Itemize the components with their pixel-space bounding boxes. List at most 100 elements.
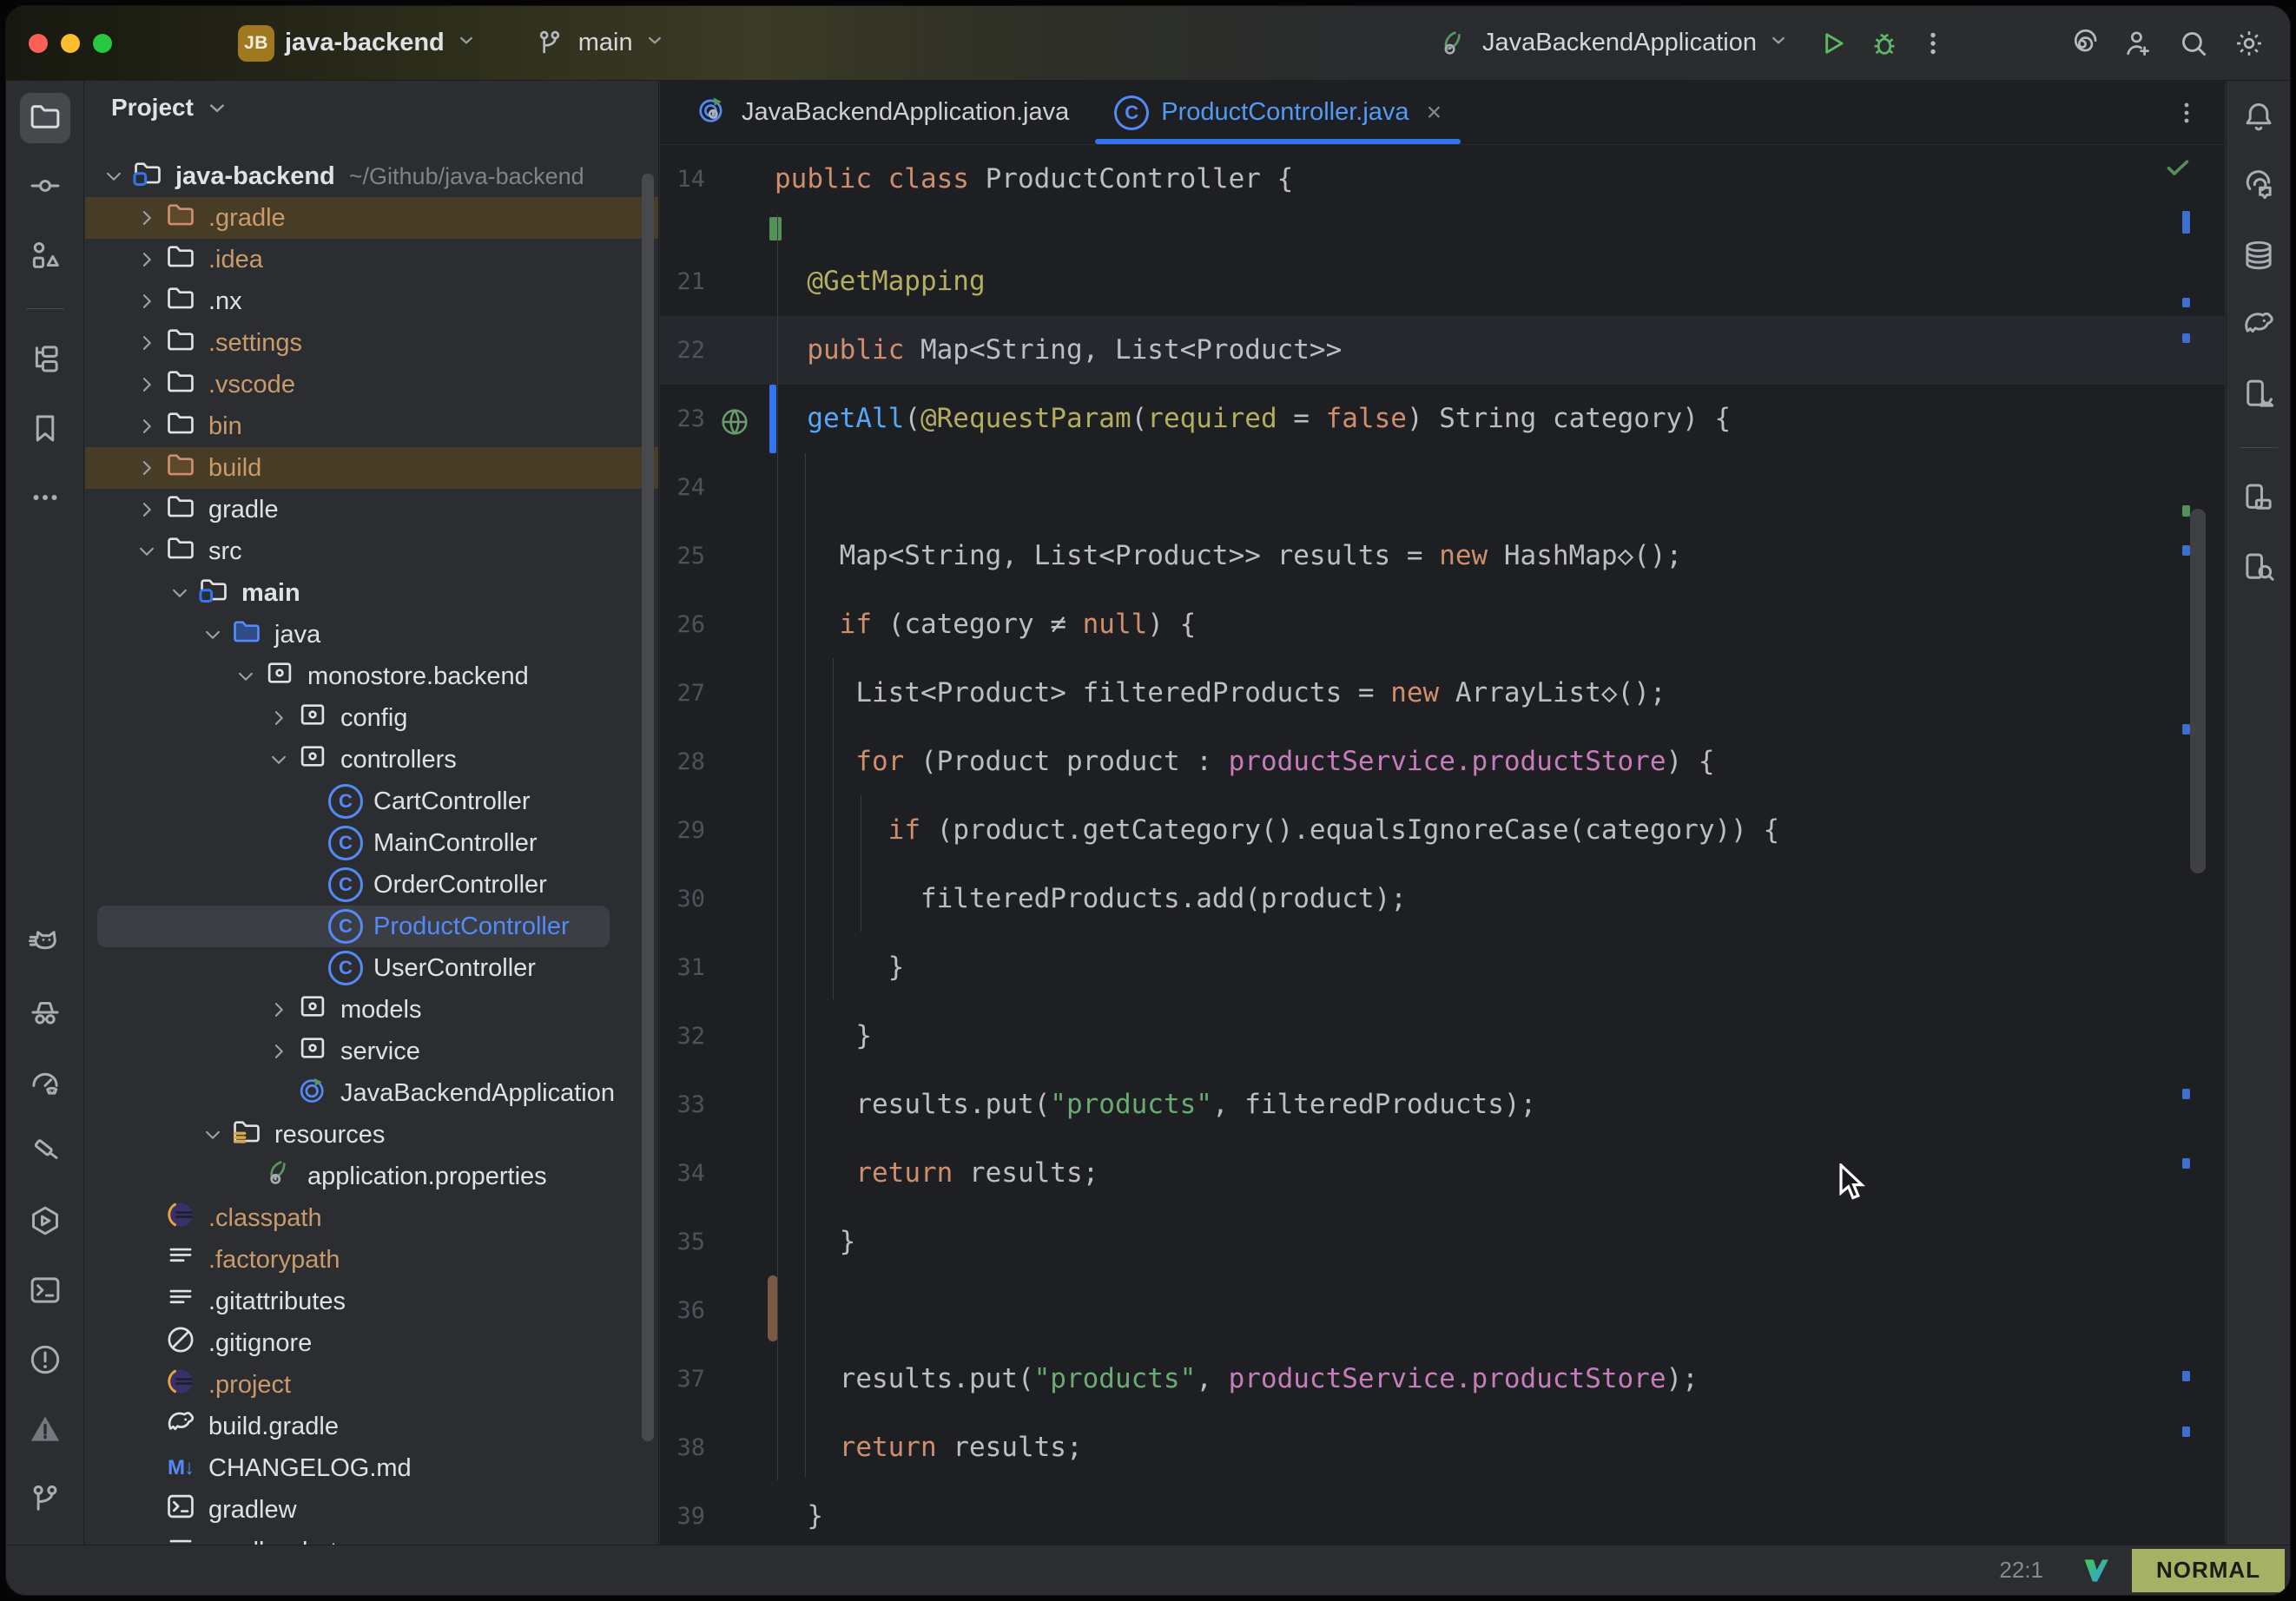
- tool-window-project[interactable]: [20, 93, 70, 143]
- tool-window-problems[interactable]: [20, 1336, 70, 1387]
- chevron-down-icon[interactable]: [163, 576, 196, 609]
- tree-item-.factorypath[interactable]: .factorypath: [85, 1239, 658, 1281]
- project-widget[interactable]: JB java-backend: [238, 25, 478, 62]
- minimize-window-button[interactable]: [61, 34, 80, 53]
- debug-button[interactable]: [1866, 25, 1903, 62]
- tool-window-structure[interactable]: [20, 232, 70, 282]
- tool-window-running-devices[interactable]: [2233, 371, 2284, 421]
- tool-window-bookmarks[interactable]: [20, 405, 70, 455]
- code-line-28[interactable]: 28 for (Product product : productService…: [660, 728, 2225, 796]
- endpoint-globe-icon[interactable]: [717, 401, 752, 436]
- chevron-right-icon[interactable]: [262, 1035, 295, 1068]
- tool-window-git[interactable]: [20, 1475, 70, 1525]
- tree-item-.nx[interactable]: .nx: [85, 280, 658, 322]
- tree-item-controllers[interactable]: controllers: [85, 739, 658, 781]
- tree-item-service[interactable]: service: [85, 1031, 658, 1072]
- tree-item-gradle[interactable]: gradle: [85, 489, 658, 530]
- tree-item-CHANGELOG.md[interactable]: M↓CHANGELOG.md: [85, 1447, 658, 1489]
- tree-item-gradlew[interactable]: gradlew: [85, 1489, 658, 1531]
- chevron-down-icon[interactable]: [196, 1118, 229, 1151]
- tree-item-build.gradle[interactable]: build.gradle: [85, 1406, 658, 1447]
- code-editor[interactable]: 14public class ProductController { 21 @Ge…: [660, 145, 2225, 1545]
- tool-window-commit[interactable]: [20, 162, 70, 213]
- chevron-down-icon[interactable]: [130, 535, 163, 568]
- zoom-window-button[interactable]: [93, 34, 112, 53]
- tool-window-incognito[interactable]: [20, 989, 70, 1039]
- tree-item-JavaBackendApplication[interactable]: JavaBackendApplication: [85, 1072, 658, 1114]
- code-line-37[interactable]: 37 results.put("products", productServic…: [660, 1345, 2225, 1413]
- chevron-right-icon[interactable]: [130, 201, 163, 234]
- tree-item-models[interactable]: models: [85, 989, 658, 1031]
- tree-item-main[interactable]: main: [85, 572, 658, 614]
- tool-window-device-mirror[interactable]: [2233, 474, 2284, 524]
- code-line-34[interactable]: 34 return results;: [660, 1139, 2225, 1208]
- tree-item-.gitignore[interactable]: .gitignore: [85, 1322, 658, 1364]
- code-line-22[interactable]: 22 public Map<String, List<Product>>: [660, 316, 2225, 385]
- chevron-right-icon[interactable]: [130, 493, 163, 526]
- tree-scrollbar[interactable]: [642, 174, 654, 1441]
- tree-item-bin[interactable]: bin: [85, 405, 658, 447]
- tree-item-.settings[interactable]: .settings: [85, 322, 658, 364]
- tool-window-build[interactable]: [20, 1128, 70, 1178]
- tree-item-java-backend[interactable]: java-backend~/Github/java-backend: [85, 155, 658, 197]
- tool-window-services[interactable]: [20, 1197, 70, 1248]
- code-line-39[interactable]: 39 }: [660, 1482, 2225, 1545]
- tree-item-CartController[interactable]: CCartController: [85, 781, 658, 822]
- chevron-down-icon[interactable]: [229, 660, 262, 693]
- tree-item-java[interactable]: java: [85, 614, 658, 656]
- tool-window-gradle[interactable]: [2233, 301, 2284, 352]
- more-actions-button[interactable]: [1915, 25, 1951, 62]
- search-icon[interactable]: [2175, 25, 2212, 62]
- tool-window-hierarchy[interactable]: [20, 335, 70, 385]
- tree-item-monostore.backend[interactable]: monostore.backend: [85, 656, 658, 697]
- code-line-21[interactable]: 21 @GetMapping: [660, 247, 2225, 316]
- add-user-button[interactable]: [2120, 25, 2156, 62]
- vim-mode-badge[interactable]: NORMAL: [2132, 1549, 2285, 1592]
- tree-item-resources[interactable]: resources: [85, 1114, 658, 1156]
- tree-item-build[interactable]: build: [85, 447, 658, 489]
- code-line-29[interactable]: 29 if (product.getCategory().equalsIgnor…: [660, 796, 2225, 865]
- run-button[interactable]: [1814, 25, 1851, 62]
- tool-window-cat-plugin[interactable]: [20, 919, 70, 970]
- tree-item-OrderController[interactable]: COrderController: [85, 864, 658, 906]
- code-line-23[interactable]: 23 getAll(@RequestParam(required = false…: [660, 385, 2225, 453]
- code-line-26[interactable]: 26 if (category ≠ null) {: [660, 590, 2225, 659]
- code-line-14[interactable]: 14public class ProductController {: [660, 145, 2225, 214]
- editor-scrollbar[interactable]: [2190, 509, 2206, 873]
- tree-item-ProductController[interactable]: CProductController: [97, 906, 610, 947]
- chevron-right-icon[interactable]: [130, 326, 163, 359]
- tree-item-.project[interactable]: .project: [85, 1364, 658, 1406]
- code-line-27[interactable]: 27 List<Product> filteredProducts = new …: [660, 659, 2225, 728]
- chevron-right-icon[interactable]: [262, 993, 295, 1026]
- chevron-right-icon[interactable]: [130, 368, 163, 401]
- tree-item-.gitattributes[interactable]: .gitattributes: [85, 1281, 658, 1322]
- branch-widget[interactable]: main: [531, 25, 666, 62]
- collapsed-region[interactable]: [660, 214, 2225, 247]
- tool-window-device-explorer[interactable]: [2233, 544, 2284, 594]
- chevron-right-icon[interactable]: [130, 243, 163, 276]
- tab-ProductController.java[interactable]: CProductController.java×: [1092, 81, 1464, 144]
- tool-window-database[interactable]: [2233, 232, 2284, 282]
- editor-more-options-button[interactable]: [2171, 81, 2225, 144]
- tree-item-MainController[interactable]: CMainController: [85, 822, 658, 864]
- project-panel-header[interactable]: Project: [85, 81, 658, 135]
- gear-icon[interactable]: [2231, 25, 2267, 62]
- tree-item-application.properties[interactable]: application.properties: [85, 1156, 658, 1197]
- chevron-right-icon[interactable]: [130, 410, 163, 443]
- tool-window-warnings[interactable]: [20, 1406, 70, 1456]
- code-line-33[interactable]: 33 results.put("products", filteredProdu…: [660, 1071, 2225, 1139]
- tree-item-.classpath[interactable]: .classpath: [85, 1197, 658, 1239]
- tree-item-gradlew.bat[interactable]: gradlew.bat: [85, 1531, 658, 1545]
- tool-window-more-tool-windows[interactable]: [20, 474, 70, 524]
- inspections-ok-icon[interactable]: [2162, 152, 2194, 188]
- tree-item-src[interactable]: src: [85, 530, 658, 572]
- tree-item-.gradle[interactable]: .gradle: [85, 197, 658, 239]
- tool-window-notifications[interactable]: [2233, 93, 2284, 143]
- code-line-38[interactable]: 38 return results;: [660, 1413, 2225, 1482]
- tree-item-config[interactable]: config: [85, 697, 658, 739]
- code-line-36[interactable]: 36: [660, 1276, 2225, 1345]
- tree-item-UserController[interactable]: CUserController: [85, 947, 658, 989]
- tool-window-ai-assistant[interactable]: [2233, 162, 2284, 213]
- tree-item-.vscode[interactable]: .vscode: [85, 364, 658, 405]
- tree-item-.idea[interactable]: .idea: [85, 239, 658, 280]
